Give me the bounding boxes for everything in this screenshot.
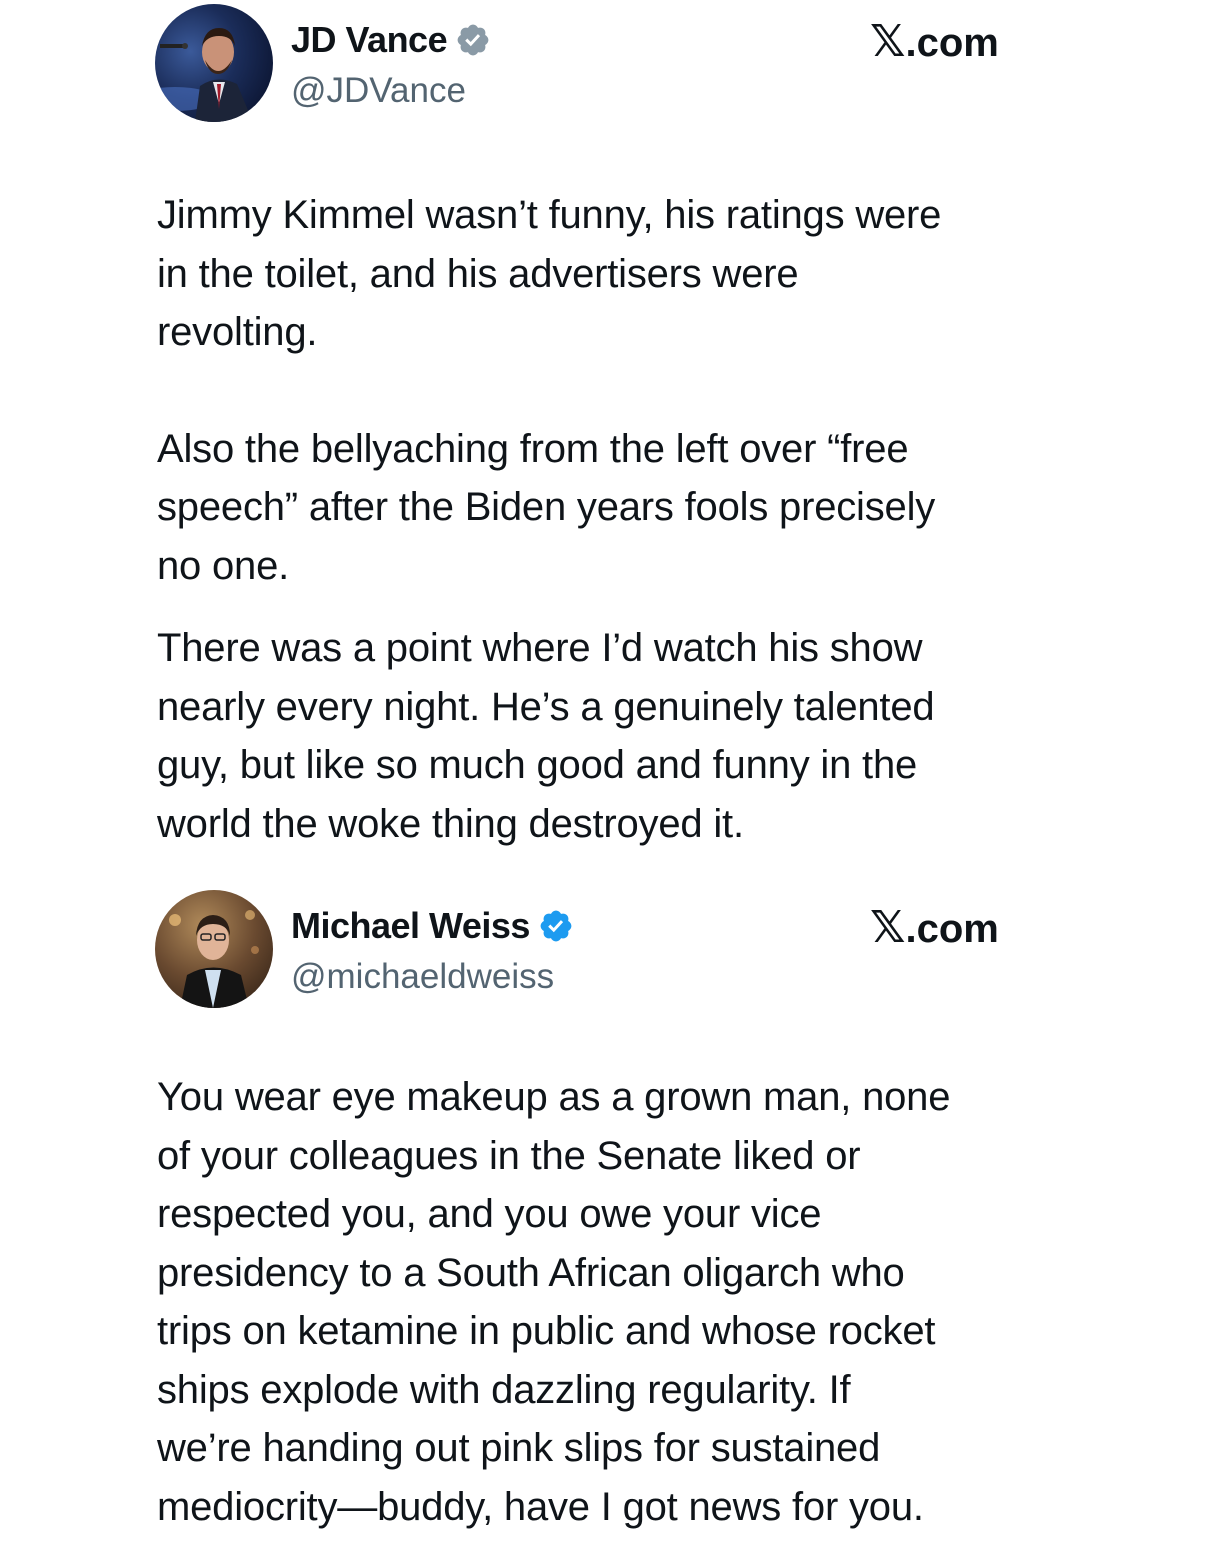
text-line: trips on ketamine in public and whose ro… — [157, 1309, 936, 1353]
author-name[interactable]: Michael Weiss — [291, 904, 530, 948]
text-line: presidency to a South African oligarch w… — [157, 1250, 905, 1295]
paragraph: Jimmy Kimmel wasn’t funny, his ratings w… — [157, 186, 1057, 362]
text-line: respected you, and you owe your vice — [157, 1192, 822, 1236]
text-line: guy, but like so much good and funny in … — [157, 743, 918, 787]
display-name[interactable]: Michael Weiss — [291, 904, 574, 948]
post-header: Michael Weiss @michaeldweiss 𝕏 .com — [0, 890, 1211, 1020]
michael-weiss-avatar-photo — [155, 890, 273, 1008]
text-line: speech” after the Biden years fools prec… — [157, 485, 936, 529]
verified-badge-icon — [455, 22, 491, 58]
text-line: we’re handing out pink slips for sustain… — [157, 1426, 881, 1470]
post-text: Jimmy Kimmel wasn’t funny, his ratings w… — [157, 186, 1057, 853]
x-logo-icon: 𝕏 — [870, 902, 906, 953]
text-line: mediocrity—buddy, have I got news for yo… — [157, 1484, 924, 1529]
verified-badge-icon — [538, 908, 574, 944]
text-line: of your colleagues in the Senate liked o… — [157, 1133, 861, 1178]
paragraph: You wear eye makeup as a grown man, none… — [157, 1068, 1057, 1536]
site-domain: .com — [905, 21, 999, 65]
text-line: nearly every night. He’s a genuinely tal… — [157, 684, 935, 729]
site-label[interactable]: 𝕏 .com — [870, 904, 999, 953]
text-line: Jimmy Kimmel wasn’t funny, his ratings w… — [157, 193, 942, 237]
author-name[interactable]: JD Vance — [291, 18, 448, 62]
text-line: Also the bellyaching from the left over … — [157, 426, 909, 471]
text-line: no one. — [157, 543, 290, 588]
author-handle[interactable]: @michaeldweiss — [291, 956, 554, 998]
post-text: You wear eye makeup as a grown man, none… — [157, 1068, 1057, 1536]
post-header: JD Vance @JDVance 𝕏 .com — [0, 4, 1211, 134]
x-logo-icon: 𝕏 — [870, 16, 906, 67]
avatar[interactable] — [155, 890, 273, 1008]
display-name[interactable]: JD Vance — [291, 18, 491, 62]
text-line: world the woke thing destroyed it. — [157, 801, 744, 846]
text-line: ships explode with dazzling regularity. … — [157, 1367, 851, 1412]
text-line: revolting. — [157, 310, 318, 354]
paragraph: Also the bellyaching from the left over … — [157, 420, 1057, 596]
author-handle[interactable]: @JDVance — [291, 70, 466, 112]
text-line: in the toilet, and his advertisers were — [157, 251, 799, 296]
avatar[interactable] — [155, 4, 273, 122]
site-domain: .com — [905, 907, 999, 951]
text-line: There was a point where I’d watch his sh… — [157, 626, 923, 670]
text-line: You wear eye makeup as a grown man, none — [157, 1075, 951, 1119]
site-label[interactable]: 𝕏 .com — [870, 18, 999, 67]
paragraph: There was a point where I’d watch his sh… — [157, 619, 1057, 853]
jd-vance-avatar-photo — [155, 4, 273, 122]
